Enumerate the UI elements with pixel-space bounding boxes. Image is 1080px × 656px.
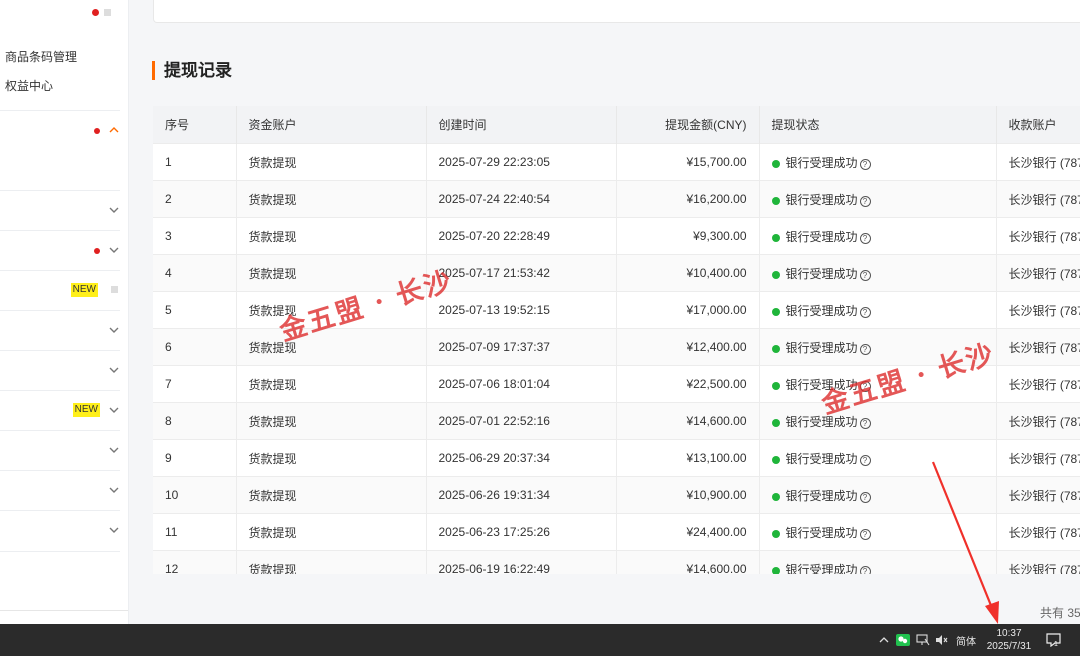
ime-indicator[interactable]: 简体 [956,624,976,656]
taskbar-clock[interactable]: 10:37 2025/7/31 [986,627,1032,653]
volume-muted-icon[interactable] [935,624,949,656]
notification-count: 1 [1054,641,1058,647]
notification-icon[interactable]: 1 [1046,633,1062,652]
annotation-arrow [931,461,999,624]
clock-time: 10:37 [996,628,1022,639]
tray-expand-icon[interactable] [878,624,890,656]
clock-date: 2025/7/31 [986,641,1032,652]
taskbar: 简体 10:37 2025/7/31 1 [0,624,1080,656]
wechat-icon[interactable] [896,624,910,656]
network-icon[interactable] [916,624,930,656]
